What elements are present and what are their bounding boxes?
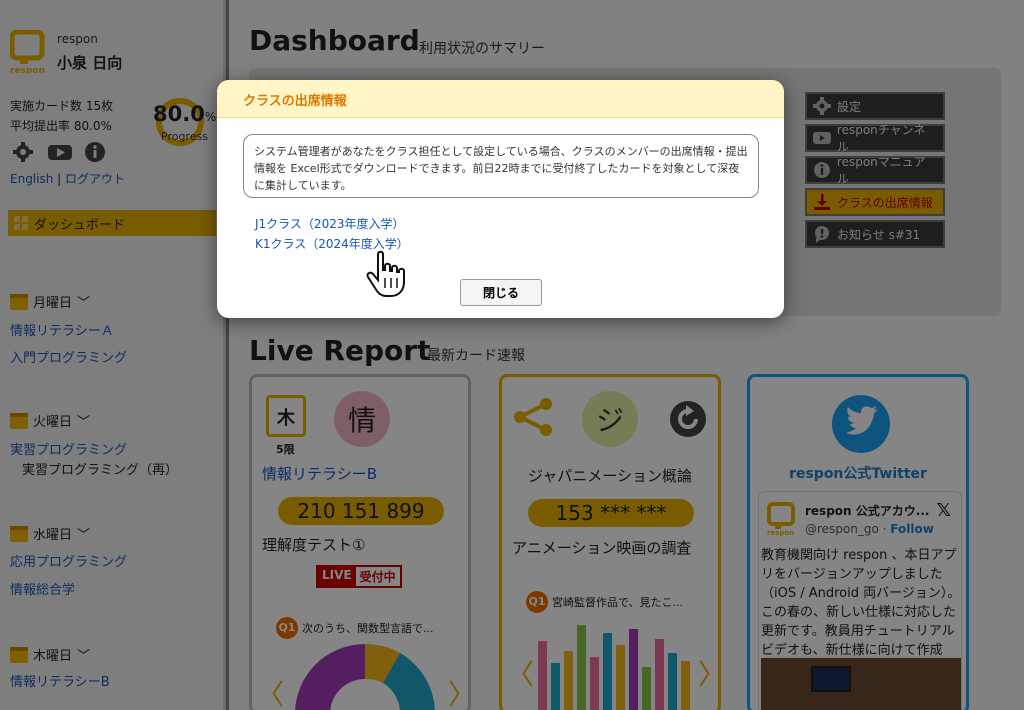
modal-description: システム管理者があなたをクラス担任として設定している場合、クラスのメンバーの出席… bbox=[243, 134, 759, 198]
hand-cursor-icon bbox=[366, 250, 405, 297]
modal-title: クラスの出席情報 bbox=[217, 80, 784, 118]
class-download-link[interactable]: J1クラス（2023年度入学） bbox=[255, 215, 404, 232]
close-button[interactable]: 閉じる bbox=[460, 279, 542, 306]
app: respon respon 小泉 日向 実施カード数 15枚 平均提出率 80.… bbox=[0, 0, 1024, 710]
attendance-modal: クラスの出席情報 システム管理者があなたをクラス担任として設定している場合、クラ… bbox=[217, 80, 784, 318]
